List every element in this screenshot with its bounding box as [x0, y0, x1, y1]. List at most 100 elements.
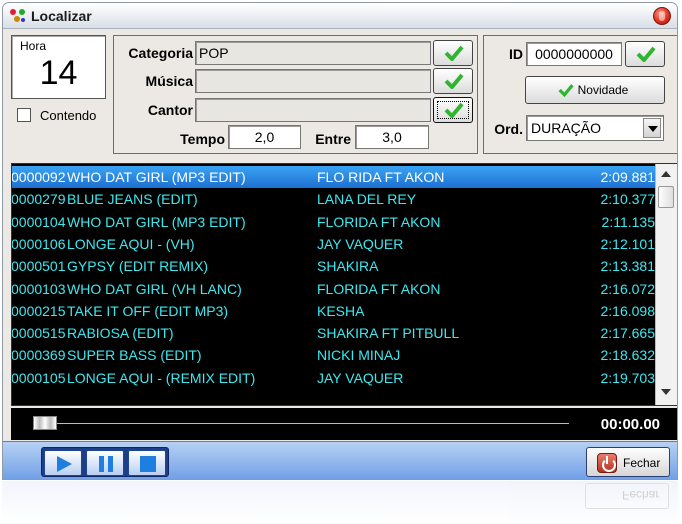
track-id: 0000105	[11, 369, 66, 386]
track-id: 0000106	[11, 235, 66, 252]
power-icon	[597, 453, 617, 473]
track-artist: SHAKIRA	[317, 258, 379, 275]
pause-button[interactable]	[86, 450, 124, 476]
track-duration: 2:16.072	[600, 280, 656, 297]
cantor-label: Cantor	[147, 102, 193, 118]
contendo-checkbox[interactable]	[17, 108, 31, 122]
hora-display: Hora 14	[11, 35, 106, 99]
track-row[interactable]: 0000103 WHO DAT GIRL (VH LANC) FLORIDA FT …	[12, 278, 655, 300]
play-icon	[57, 456, 72, 472]
track-artist: SHAKIRA FT PITBULL	[317, 325, 460, 342]
id-label: ID	[509, 46, 523, 62]
track-row[interactable]: 0000515 RABIOSA (EDIT) SHAKIRA FT PITBULL 2…	[12, 322, 655, 344]
hora-label: Hora	[20, 39, 47, 53]
track-duration: 2:13.381	[600, 258, 656, 275]
ord-select[interactable]: DURAÇÃO	[526, 115, 664, 141]
track-title: WHO DAT GIRL (MP3 EDIT)	[67, 169, 246, 185]
musica-label: Música	[145, 73, 193, 89]
track-artist: JAY VAQUER	[317, 369, 404, 386]
musica-field[interactable]	[195, 69, 431, 93]
scroll-thumb[interactable]	[658, 186, 674, 208]
track-row[interactable]: 0000369 SUPER BASS (EDIT) NICKI MINAJ 2:18.…	[12, 344, 655, 366]
categoria-label: Categoria	[128, 45, 193, 61]
track-row[interactable]: 0000106 LONGE AQUI - (VH) JAY VAQUER 2:12.1…	[12, 233, 655, 255]
track-duration: 2:17.665	[600, 325, 656, 342]
fechar-button[interactable]: Fechar	[586, 447, 670, 477]
scroll-up-icon[interactable]	[659, 168, 673, 182]
track-id: 0000103	[11, 280, 66, 297]
play-button[interactable]	[44, 450, 82, 476]
tempo-field[interactable]: 2,0	[228, 125, 301, 149]
entre-field[interactable]: 3,0	[355, 125, 429, 149]
track-duration: 2:16.098	[600, 302, 656, 319]
track-duration: 2:18.632	[600, 347, 656, 364]
track-artist: LANA DEL REY	[317, 191, 417, 208]
window-title: Localizar	[31, 8, 92, 24]
entre-label: Entre	[315, 131, 351, 147]
fechar-reflection: Fechar	[585, 483, 669, 509]
track-title: RABIOSA (EDIT)	[67, 325, 174, 342]
check-icon	[444, 102, 464, 118]
track-id: 0000215	[11, 302, 66, 319]
track-duration: 2:09.881	[600, 169, 656, 185]
check-icon	[558, 84, 574, 97]
track-artist: NICKI MINAJ	[317, 347, 401, 364]
track-title: LONGE AQUI - (VH)	[67, 235, 195, 252]
app-icon	[10, 9, 25, 22]
track-title: TAKE IT OFF (EDIT MP3)	[67, 302, 229, 319]
close-button[interactable]	[653, 7, 671, 25]
id-check-button[interactable]	[625, 41, 665, 67]
localizar-window: Localizar Hora 14 Contendo Categoria POP…	[2, 2, 678, 480]
track-row[interactable]: 0000092 WHO DAT GIRL (MP3 EDIT) FLO RIDA F…	[12, 166, 655, 188]
window-reflection: Fechar	[2, 481, 678, 524]
check-icon	[444, 73, 464, 89]
fechar-label: Fechar	[623, 456, 661, 470]
pause-icon	[99, 456, 113, 472]
track-id: 0000092	[11, 169, 66, 185]
track-artist: KESHA	[317, 302, 365, 319]
ord-selected-value: DURAÇÃO	[531, 120, 602, 136]
categoria-field[interactable]: POP	[195, 41, 431, 65]
tempo-label: Tempo	[180, 131, 225, 147]
hora-value: 14	[39, 54, 78, 92]
novidade-button[interactable]: Novidade	[525, 76, 665, 104]
track-title: WHO DAT GIRL (VH LANC)	[67, 280, 242, 297]
track-artist: FLORIDA FT AKON	[317, 213, 441, 230]
track-row[interactable]: 0000501 GYPSY (EDIT REMIX) SHAKIRA 2:13.381	[12, 255, 655, 277]
track-title: WHO DAT GIRL (MP3 EDIT)	[67, 213, 246, 230]
progress-track[interactable]	[39, 423, 569, 424]
stop-button[interactable]	[128, 450, 166, 476]
scroll-down-icon[interactable]	[659, 385, 673, 399]
musica-check-button[interactable]	[433, 68, 473, 94]
track-id: 0000501	[11, 258, 66, 275]
track-duration: 2:10.377	[600, 191, 656, 208]
track-title: BLUE JEANS (EDIT)	[67, 191, 198, 208]
ord-label: Ord.	[494, 121, 523, 137]
cantor-field[interactable]	[195, 98, 431, 122]
track-artist: FLORIDA FT AKON	[317, 280, 441, 297]
cantor-check-button[interactable]	[433, 97, 473, 123]
track-title: SUPER BASS (EDIT)	[67, 347, 202, 364]
track-id: 0000369	[11, 347, 66, 364]
track-row[interactable]: 0000279 BLUE JEANS (EDIT) LANA DEL REY 2:10…	[12, 188, 655, 210]
novidade-label: Novidade	[577, 83, 629, 97]
track-id: 0000515	[11, 325, 66, 342]
track-row[interactable]: 0000104 WHO DAT GIRL (MP3 EDIT) FLORIDA FT…	[12, 211, 655, 233]
track-row[interactable]: 0000105 LONGE AQUI - (REMIX EDIT) JAY VAQU…	[12, 367, 655, 389]
player-controls: Fechar	[3, 441, 677, 479]
stop-icon	[140, 456, 156, 472]
track-duration: 2:12.101	[600, 235, 656, 252]
title-bar: Localizar	[3, 3, 677, 29]
track-row[interactable]: 0000215 TAKE IT OFF (EDIT MP3) KESHA 2:16.0…	[12, 300, 655, 322]
categoria-check-button[interactable]	[433, 40, 473, 66]
track-artist: FLO RIDA FT AKON	[317, 169, 445, 185]
progress-thumb[interactable]	[33, 416, 57, 430]
playback-progress: 00:00.00	[11, 408, 677, 440]
chevron-down-icon[interactable]	[643, 118, 661, 138]
contendo-label: Contendo	[40, 108, 97, 123]
track-id: 0000279	[11, 191, 66, 208]
track-list[interactable]: 0000105 LONGE AQUI - (REMIX EDIT) JAY VAQU…	[11, 163, 677, 406]
track-artist: JAY VAQUER	[317, 235, 404, 252]
id-field[interactable]: 0000000000	[526, 42, 622, 66]
track-list-scrollbar[interactable]	[655, 164, 677, 405]
